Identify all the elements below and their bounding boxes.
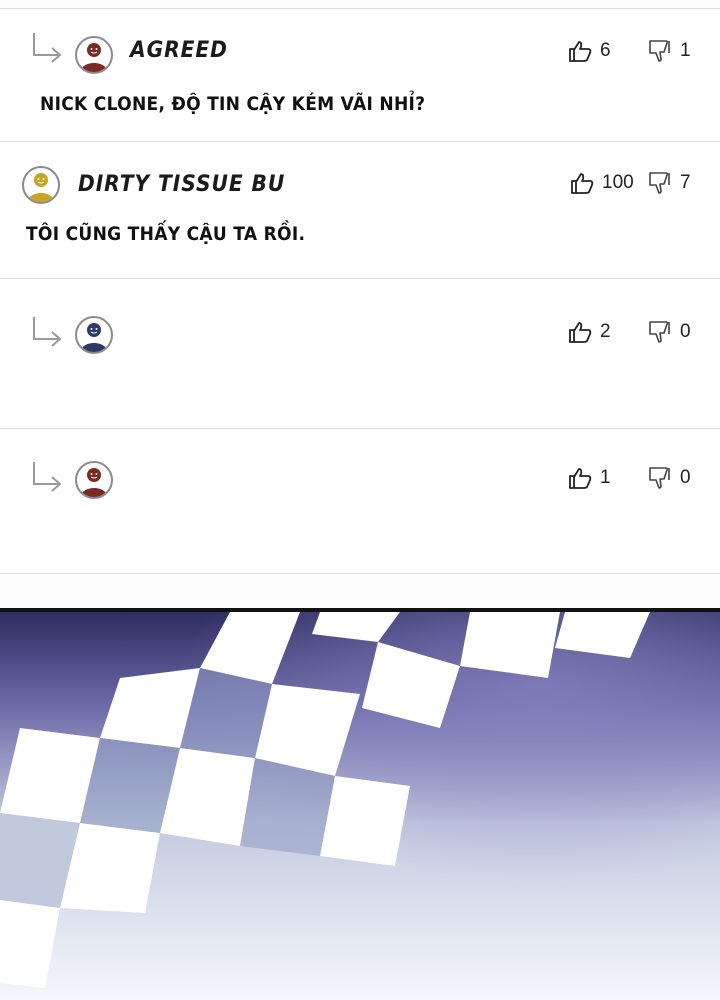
- dislike-count: 1: [680, 40, 691, 61]
- username[interactable]: AGREED: [130, 38, 228, 63]
- avatar[interactable]: [22, 166, 60, 204]
- thumbs-down-icon: [649, 40, 670, 62]
- dislike-button[interactable]: 0: [648, 321, 691, 343]
- thumbs-down-icon: [649, 321, 670, 343]
- thumbs-up-icon: [569, 468, 592, 489]
- dislike-button[interactable]: 1: [648, 40, 691, 62]
- comment-item: 1 0: [0, 428, 720, 574]
- like-count: 100: [602, 172, 634, 193]
- banner-top-border: [0, 608, 720, 612]
- dislike-button[interactable]: 7: [648, 172, 691, 194]
- like-button[interactable]: 6: [568, 40, 611, 62]
- list-bottom-divider: [0, 573, 720, 574]
- thumbs-down-icon: [649, 467, 670, 489]
- reply-arrow-icon: [30, 31, 64, 65]
- avatar[interactable]: [75, 36, 113, 74]
- avatar[interactable]: [75, 316, 113, 354]
- decorative-banner: [0, 608, 720, 1000]
- comment-text: NICK CLONE, ĐỘ TIN CẬY KÉM VÃI NHỈ?: [40, 93, 426, 115]
- checker-pattern-image: [0, 608, 720, 1000]
- thumbs-down-icon: [649, 172, 670, 194]
- comment-item: AGREED 6 1 NICK CLONE, ĐỘ TIN CẬY KÉM VÃ…: [0, 8, 720, 142]
- dislike-count: 0: [680, 467, 691, 488]
- reply-arrow-icon: [30, 460, 64, 494]
- dislike-button[interactable]: 0: [648, 467, 691, 489]
- thumbs-up-icon: [569, 41, 592, 62]
- like-button[interactable]: 100: [570, 172, 634, 194]
- avatar[interactable]: [75, 461, 113, 499]
- like-button[interactable]: 2: [568, 321, 611, 343]
- dislike-count: 7: [680, 172, 691, 193]
- thumbs-up-icon: [569, 322, 592, 343]
- reply-arrow-icon: [30, 315, 64, 349]
- like-count: 1: [600, 467, 611, 488]
- username[interactable]: DIRTY TISSUE BU: [78, 172, 285, 197]
- dislike-count: 0: [680, 321, 691, 342]
- like-count: 6: [600, 40, 611, 61]
- comment-text: TÔI CŨNG THẤY CẬU TA RỒI.: [26, 223, 306, 245]
- thumbs-up-icon: [571, 173, 594, 194]
- comment-list: AGREED 6 1 NICK CLONE, ĐỘ TIN CẬY KÉM VÃ…: [0, 0, 720, 610]
- like-button[interactable]: 1: [568, 467, 611, 489]
- like-count: 2: [600, 321, 611, 342]
- comment-item: DIRTY TISSUE BU 100 7 TÔI CŨNG THẤY CẬU …: [0, 141, 720, 279]
- comment-item: 2 0: [0, 278, 720, 429]
